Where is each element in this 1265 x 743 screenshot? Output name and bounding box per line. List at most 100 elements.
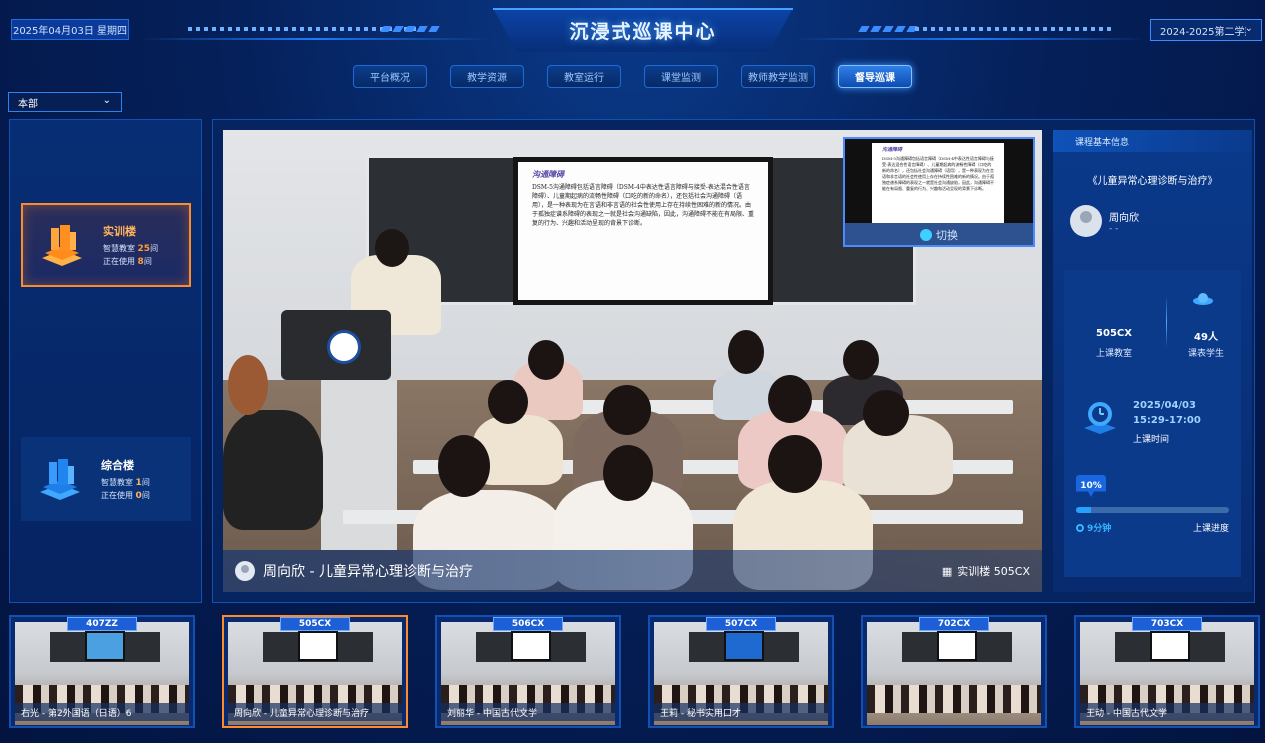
video-caption: 周向欣 - 儿童异常心理诊断与治疗 [263,564,473,580]
current-date: 2025年04月03日 星期四 [11,19,129,40]
clock-icon [1082,400,1118,438]
thumb-703CX[interactable]: 703CX 王动 - 中国古代文学 [1074,615,1260,728]
cloud-icon [1192,290,1214,309]
thumb-screen [1150,631,1190,661]
podium-base [321,380,397,550]
room-label: 实训楼 505CX [957,565,1030,578]
rooms-unit: 间 [141,478,150,487]
thumb-screen [937,631,977,661]
student [223,410,323,530]
building-card-zonghe[interactable]: 综合楼 智慧教室 1间 正在使用 0间 [21,437,191,521]
teacher-avatar [1070,205,1102,237]
classroom-thumbnails: 407ZZ 右光 - 第2外国语（日语）6 505CX 周向欣 - 儿童异常心理… [9,615,1265,729]
thumb-702CX[interactable]: 702CX [861,615,1047,728]
elapsed-value: 9分钟 [1087,524,1112,534]
thumb-room-label: 702CX [919,617,989,631]
building-card-shixun[interactable]: 实训楼 智慧教室 25间 正在使用 8间 [21,203,191,287]
thumb-room-label: 407ZZ [67,617,137,631]
elapsed-time: 9分钟 [1076,521,1111,534]
thumb-505CX[interactable]: 505CX 周向欣 - 儿童异常心理诊断与治疗 [222,615,408,728]
header-decor-stripes-right [858,22,918,36]
video-caption-bar: 周向欣 - 儿童异常心理诊断与治疗 ▦ 实训楼 505CX [223,550,1042,592]
student-head [488,380,528,424]
building-name: 综合楼 [101,459,134,472]
progress-label: 上课进度 [1192,524,1229,534]
student-head [768,375,812,423]
student-head [768,435,822,493]
tab-supervision-patrol[interactable]: 督导巡课 [838,65,912,88]
progress-bar [1076,507,1229,513]
switch-view-button[interactable]: 切换 [845,223,1033,245]
thumb-caption: 右光 - 第2外国语（日语）6 [15,703,189,721]
student-head [603,445,653,501]
chevron-down-icon: ⌄ [1244,23,1253,34]
student-head [603,385,651,435]
building-name: 实训楼 [103,225,136,238]
thumb-room-label: 506CX [493,617,563,631]
course-name: 《儿童异常心理诊断与治疗》 [1087,176,1218,187]
thumb-room-label: 703CX [1132,617,1202,631]
campus-select-value: 本部 [18,98,38,110]
class-date-time: 2025/04/03 15:29-17:00 [1133,398,1201,428]
tab-classroom-operation[interactable]: 教室运行 [547,65,621,88]
slide: 沟通障碍 DSM-5沟通障碍包括语言障碍（DSM-4中表达性语言障碍与接受-表达… [518,162,768,300]
thumb-507CX[interactable]: 507CX 王莉 - 秘书实用口才 [648,615,834,728]
pip-slide-title: 沟通障碍 [882,147,903,153]
room-tag: ▦ 实训楼 505CX [942,563,1030,579]
thumb-407ZZ[interactable]: 407ZZ 右光 - 第2外国语（日语）6 [9,615,195,728]
pip-slide: 沟通障碍 DSM-5沟通障碍包括语言障碍（DSM-4中表达性语言障碍与接受-表达… [872,143,1004,223]
rooms-label: 智慧教室 [103,244,135,253]
thumb-caption: 刘丽华 - 中国古代文学 [441,703,615,721]
teacher-info: 周向欣 - - [1070,205,1252,237]
thumb-room-label: 505CX [280,617,350,631]
thumb-506CX[interactable]: 506CX 刘丽华 - 中国古代文学 [435,615,621,728]
term-select-value: 2024-2025第二学期 [1160,26,1246,38]
rooms-unit: 间 [150,244,159,253]
student-head [438,435,490,497]
inuse-unit: 间 [143,257,152,266]
thumb-students [867,685,1041,713]
student-head [728,330,764,374]
switch-icon [920,229,932,241]
header-line-left [140,38,490,40]
rooms-count: 25 [137,244,151,254]
student-head [228,355,268,415]
rooms-label: 智慧教室 [101,478,133,487]
course-info-header: 课程基本信息 [1053,130,1252,152]
student-head [843,340,879,380]
student-head [863,390,909,436]
teacher-name: 周向欣 [1109,212,1139,224]
thumb-screen [85,631,125,661]
class-time: 15:29-17:00 [1133,415,1201,426]
tab-teaching-resources[interactable]: 教学资源 [450,65,524,88]
term-select[interactable]: 2024-2025第二学期 ⌄ [1150,19,1262,41]
inuse-unit: 间 [141,491,150,500]
campus-select[interactable]: 本部 ⌄ [8,92,122,112]
room-value: 505CX [1096,328,1132,339]
thumb-video [867,622,1041,725]
pip-screen-view[interactable]: 沟通障碍 DSM-5沟通障碍包括语言障碍（DSM-4中表达性语言障碍与接受-表达… [843,137,1035,247]
switch-label: 切换 [936,229,958,242]
tab-classroom-monitoring[interactable]: 课堂监测 [644,65,718,88]
inuse-label: 正在使用 [101,491,133,500]
pip-slide-body: DSM-5沟通障碍包括语言障碍（DSM-4中表达性语言障碍与接受-表达混合性语言… [882,156,994,191]
tab-teacher-monitoring[interactable]: 教师教学监测 [741,65,815,88]
projector-screen: 沟通障碍 DSM-5沟通障碍包括语言障碍（DSM-4中表达性语言障碍与接受-表达… [513,157,773,305]
slide-title: 沟通障碍 [532,170,564,179]
room-label: 上课教室 [1095,349,1132,359]
thumb-screen [724,631,764,661]
stats-divider [1166,296,1167,348]
school-logo [327,330,361,364]
students-label: 课表学生 [1187,349,1224,359]
thumb-screen [298,631,338,661]
thumb-room-label: 507CX [706,617,776,631]
inuse-label: 正在使用 [103,257,135,266]
tab-platform-overview[interactable]: 平台概况 [353,65,427,88]
building-icon [35,454,85,504]
teacher-sub: - - [1109,223,1119,234]
teacher-head [375,229,409,267]
students-value: 49人 [1194,332,1218,343]
course-stats: 505CX 上课教室 49人 课表学生 2025/04/03 15:29-17:… [1064,270,1241,577]
class-time-label: 上课时间 [1133,435,1170,445]
header-decor-stripes-left [380,22,440,36]
